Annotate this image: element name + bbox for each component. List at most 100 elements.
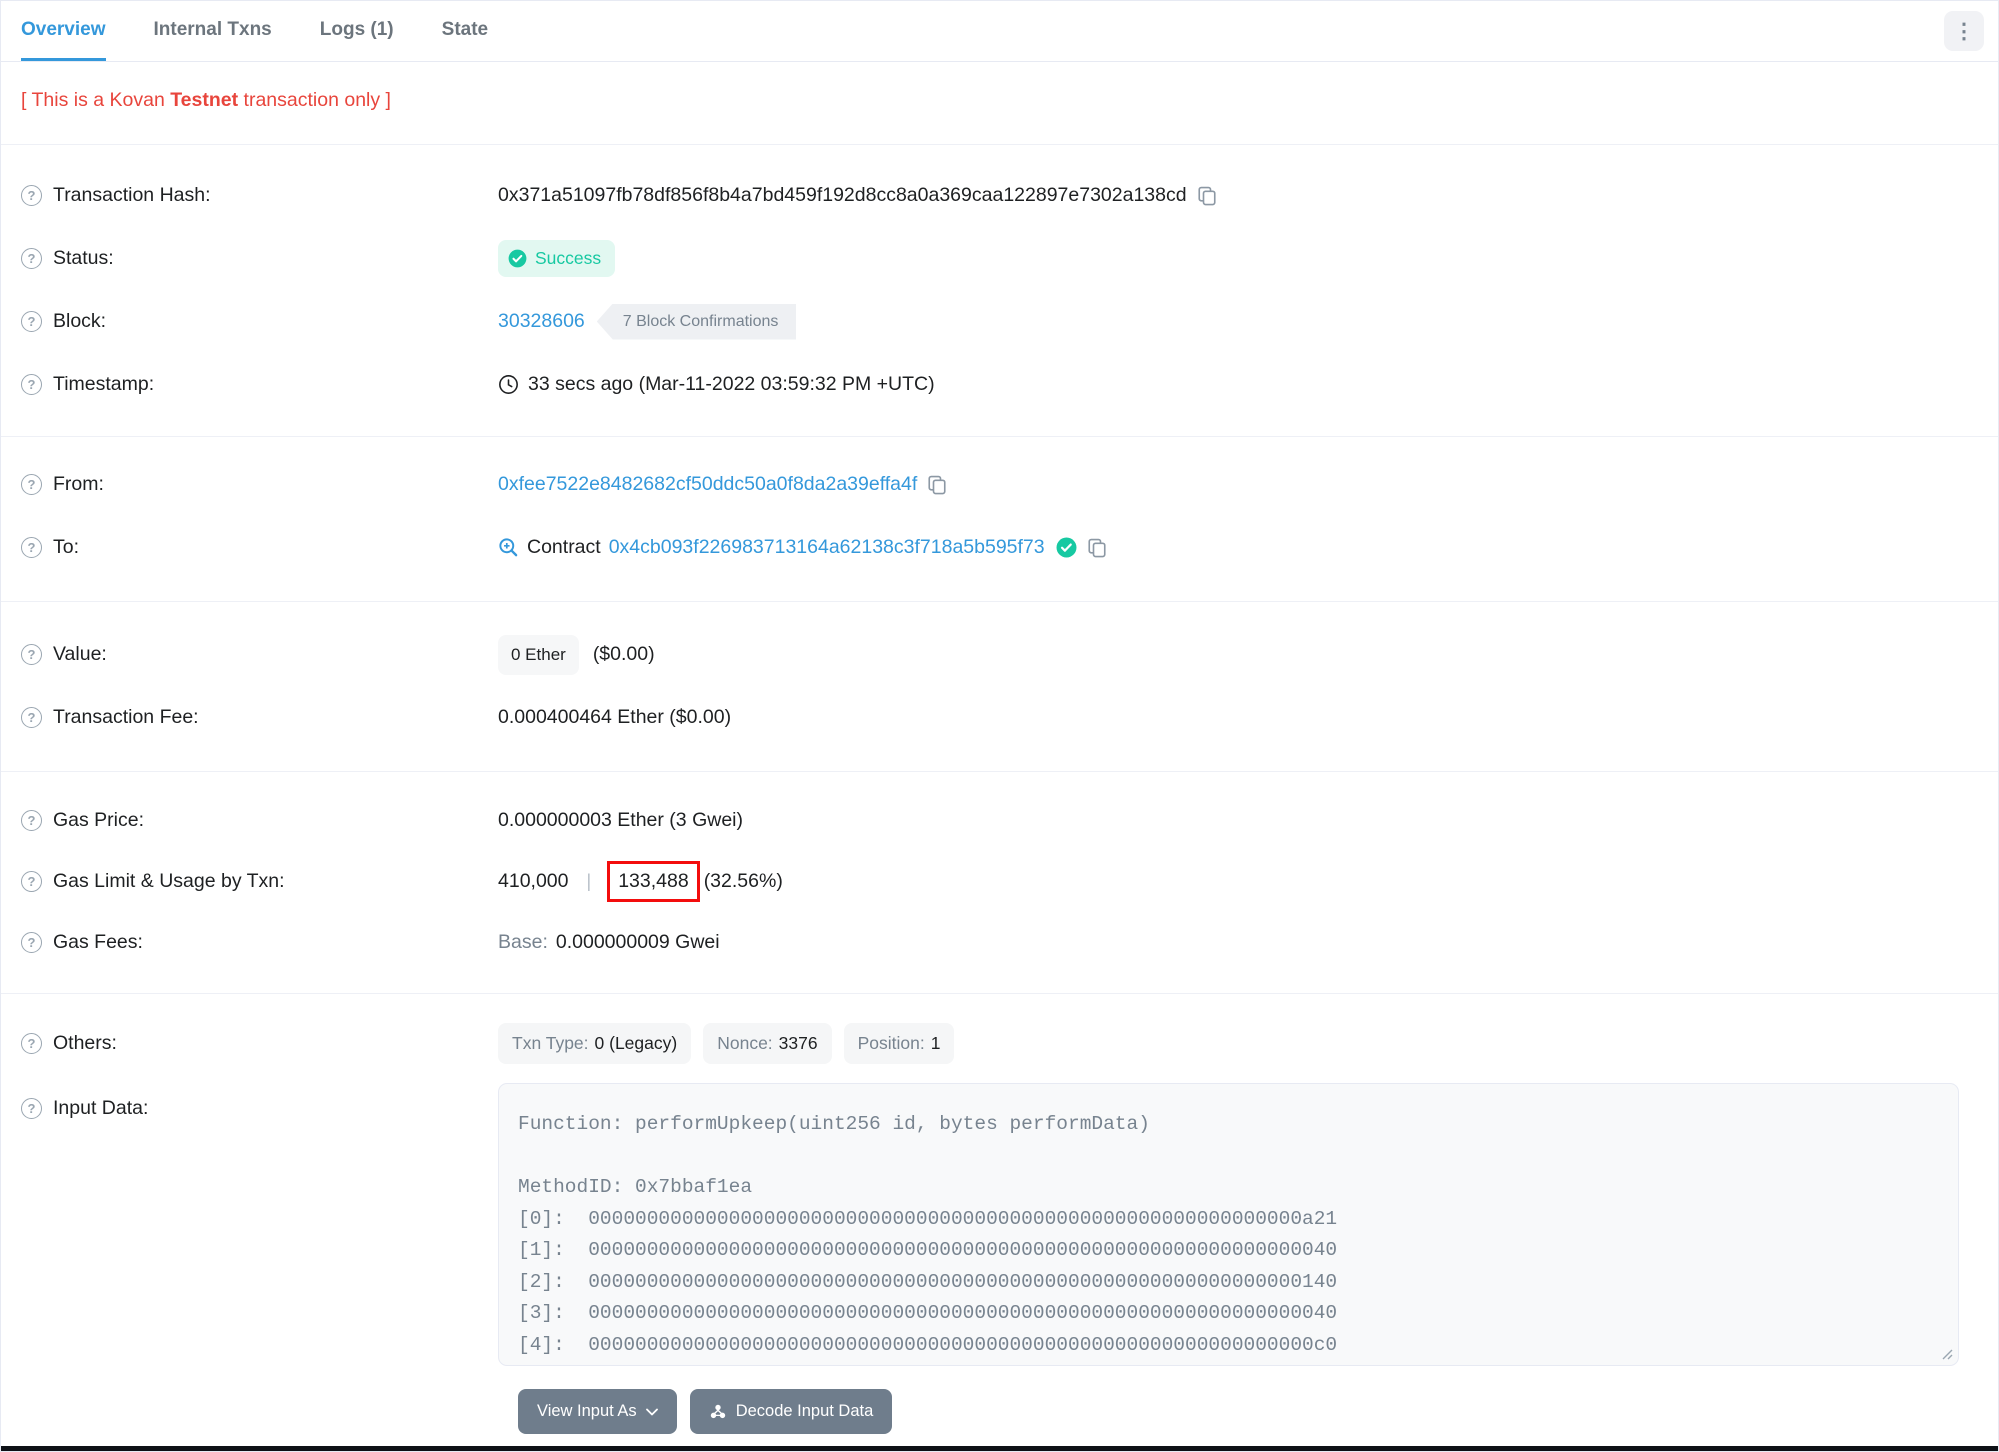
section-others-input: ? Others: Txn Type: 0 (Legacy) Nonce: 33… [1, 994, 1998, 1451]
to-contract-word: Contract [527, 536, 601, 558]
verified-check-icon [1056, 537, 1077, 558]
decode-icon [709, 1403, 727, 1421]
txn-type-value: 0 (Legacy) [594, 1033, 678, 1053]
input-data-box[interactable]: Function: performUpkeep(uint256 id, byte… [498, 1083, 1959, 1366]
help-icon[interactable]: ? [21, 1033, 42, 1054]
others-label: Others: [53, 1032, 117, 1054]
tabs: Overview Internal Txns Logs (1) State [21, 1, 536, 61]
transaction-hash-label: Transaction Hash: [53, 184, 211, 206]
transaction-fee-value: 0.000400464 Ether ($0.00) [498, 706, 732, 728]
check-circle-icon [508, 249, 527, 268]
help-icon[interactable]: ? [21, 1098, 42, 1119]
section-gas: ? Gas Price: 0.000000003 Ether (3 Gwei) … [1, 772, 1998, 994]
help-icon[interactable]: ? [21, 311, 42, 332]
copy-icon[interactable] [1087, 538, 1107, 558]
row-others: ? Others: Txn Type: 0 (Legacy) Nonce: 33… [1, 1012, 1998, 1075]
help-icon[interactable]: ? [21, 537, 42, 558]
gas-price-label: Gas Price: [53, 809, 145, 831]
help-icon[interactable]: ? [21, 474, 42, 495]
row-value: ? Value: 0 Ether ($0.00) [1, 623, 1998, 686]
chevron-down-icon [645, 1408, 658, 1416]
from-label: From: [53, 473, 104, 495]
tab-logs[interactable]: Logs (1) [320, 1, 394, 61]
row-gas-price: ? Gas Price: 0.000000003 Ether (3 Gwei) [1, 790, 1998, 851]
clock-icon [498, 374, 519, 395]
help-icon[interactable]: ? [21, 185, 42, 206]
input-data-actions: View Input As Decode Input Data [1, 1389, 1998, 1434]
input-data-label: Input Data: [53, 1097, 149, 1119]
to-label: To: [53, 536, 80, 558]
decode-input-data-button[interactable]: Decode Input Data [689, 1389, 893, 1434]
help-icon[interactable]: ? [21, 248, 42, 269]
view-input-as-button[interactable]: View Input As [518, 1389, 677, 1434]
help-icon[interactable]: ? [21, 810, 42, 831]
section-parties: ? From: 0xfee7522e8482682cf50ddc50a0f8da… [1, 437, 1998, 602]
status-value: Success [535, 248, 602, 268]
timestamp-label: Timestamp: [53, 373, 155, 395]
row-gas-limit-usage: ? Gas Limit & Usage by Txn: 410,000 | 13… [1, 851, 1998, 912]
timestamp-value: 33 secs ago (Mar-11-2022 03:59:32 PM +UT… [528, 373, 935, 395]
zoom-in-icon[interactable] [498, 537, 519, 558]
transaction-fee-label: Transaction Fee: [53, 706, 199, 728]
gas-limit-usage-label: Gas Limit & Usage by Txn: [53, 870, 285, 892]
row-timestamp: ? Timestamp: 33 secs ago (Mar-11-2022 03… [1, 353, 1998, 416]
warning-text: [ This is a Kovan [21, 89, 171, 111]
tab-state[interactable]: State [442, 1, 488, 61]
tab-overview[interactable]: Overview [21, 1, 106, 61]
block-confirmations-badge: 7 Block Confirmations [596, 303, 797, 340]
nonce-key: Nonce: [717, 1033, 773, 1053]
gas-fees-base-value: 0.000000009 Gwei [555, 931, 720, 953]
block-label: Block: [53, 310, 107, 332]
status-badge: Success [498, 240, 616, 277]
view-input-as-label: View Input As [537, 1402, 637, 1420]
row-to: ? To: Contract 0x4cb093f226983713164a621… [1, 516, 1998, 579]
help-icon[interactable]: ? [21, 932, 42, 953]
transaction-hash-value: 0x371a51097fb78df856f8b4a7bd459f192d8cc8… [498, 184, 1187, 206]
copy-icon[interactable] [1197, 186, 1217, 206]
tab-bar: Overview Internal Txns Logs (1) State ⋮ [1, 1, 1998, 62]
warning-bold: Testnet [170, 89, 239, 111]
txn-type-badge: Txn Type: 0 (Legacy) [498, 1023, 692, 1064]
status-label: Status: [53, 247, 114, 269]
position-badge: Position: 1 [843, 1023, 955, 1064]
tab-internal-txns[interactable]: Internal Txns [154, 1, 272, 61]
row-transaction-hash: ? Transaction Hash: 0x371a51097fb78df856… [1, 164, 1998, 227]
row-transaction-fee: ? Transaction Fee: 0.000400464 Ether ($0… [1, 686, 1998, 749]
decode-input-data-label: Decode Input Data [735, 1402, 874, 1420]
resize-grip-icon[interactable] [1939, 1346, 1953, 1360]
txn-type-key: Txn Type: [512, 1033, 589, 1053]
nonce-badge: Nonce: 3376 [703, 1023, 832, 1064]
gas-used-annotation-box: 133,488 [607, 861, 700, 902]
help-icon[interactable]: ? [21, 871, 42, 892]
kebab-icon: ⋮ [1953, 19, 1975, 43]
nonce-value: 3376 [778, 1033, 818, 1053]
copy-icon[interactable] [927, 475, 947, 495]
input-data-content: Function: performUpkeep(uint256 id, byte… [518, 1113, 1338, 1356]
from-address-link[interactable]: 0xfee7522e8482682cf50ddc50a0f8da2a39effa… [498, 473, 917, 496]
gas-fees-base-label: Base: [498, 931, 548, 953]
section-value: ? Value: 0 Ether ($0.00) ? Transaction F… [1, 602, 1998, 772]
row-input-data: ? Input Data: Function: performUpkeep(ui… [1, 1083, 1998, 1366]
section-summary: ? Transaction Hash: 0x371a51097fb78df856… [1, 145, 1998, 437]
transaction-overview-page: Overview Internal Txns Logs (1) State ⋮ … [0, 0, 1999, 1452]
gas-fees-label: Gas Fees: [53, 931, 143, 953]
gas-price-value: 0.000000003 Ether (3 Gwei) [498, 809, 743, 831]
ether-value-badge: 0 Ether [498, 634, 579, 675]
gas-used-value: 133,488 [618, 870, 689, 892]
row-from: ? From: 0xfee7522e8482682cf50ddc50a0f8da… [1, 453, 1998, 516]
position-key: Position: [857, 1033, 925, 1053]
testnet-warning: [ This is a Kovan Testnet transaction on… [1, 62, 1998, 145]
footer-edge [1, 1446, 1998, 1451]
row-status: ? Status: Success [1, 227, 1998, 290]
to-address-link[interactable]: 0x4cb093f226983713164a62138c3f718a5b595f… [609, 536, 1045, 559]
help-icon[interactable]: ? [21, 644, 42, 665]
help-icon[interactable]: ? [21, 707, 42, 728]
value-usd: ($0.00) [592, 643, 655, 665]
help-icon[interactable]: ? [21, 374, 42, 395]
value-label: Value: [53, 643, 107, 665]
position-value: 1 [930, 1033, 941, 1053]
more-options-button[interactable]: ⋮ [1944, 11, 1984, 51]
row-gas-fees: ? Gas Fees: Base: 0.000000009 Gwei [1, 912, 1998, 973]
gas-used-percent: (32.56%) [703, 870, 783, 892]
block-number-link[interactable]: 30328606 [498, 310, 585, 333]
